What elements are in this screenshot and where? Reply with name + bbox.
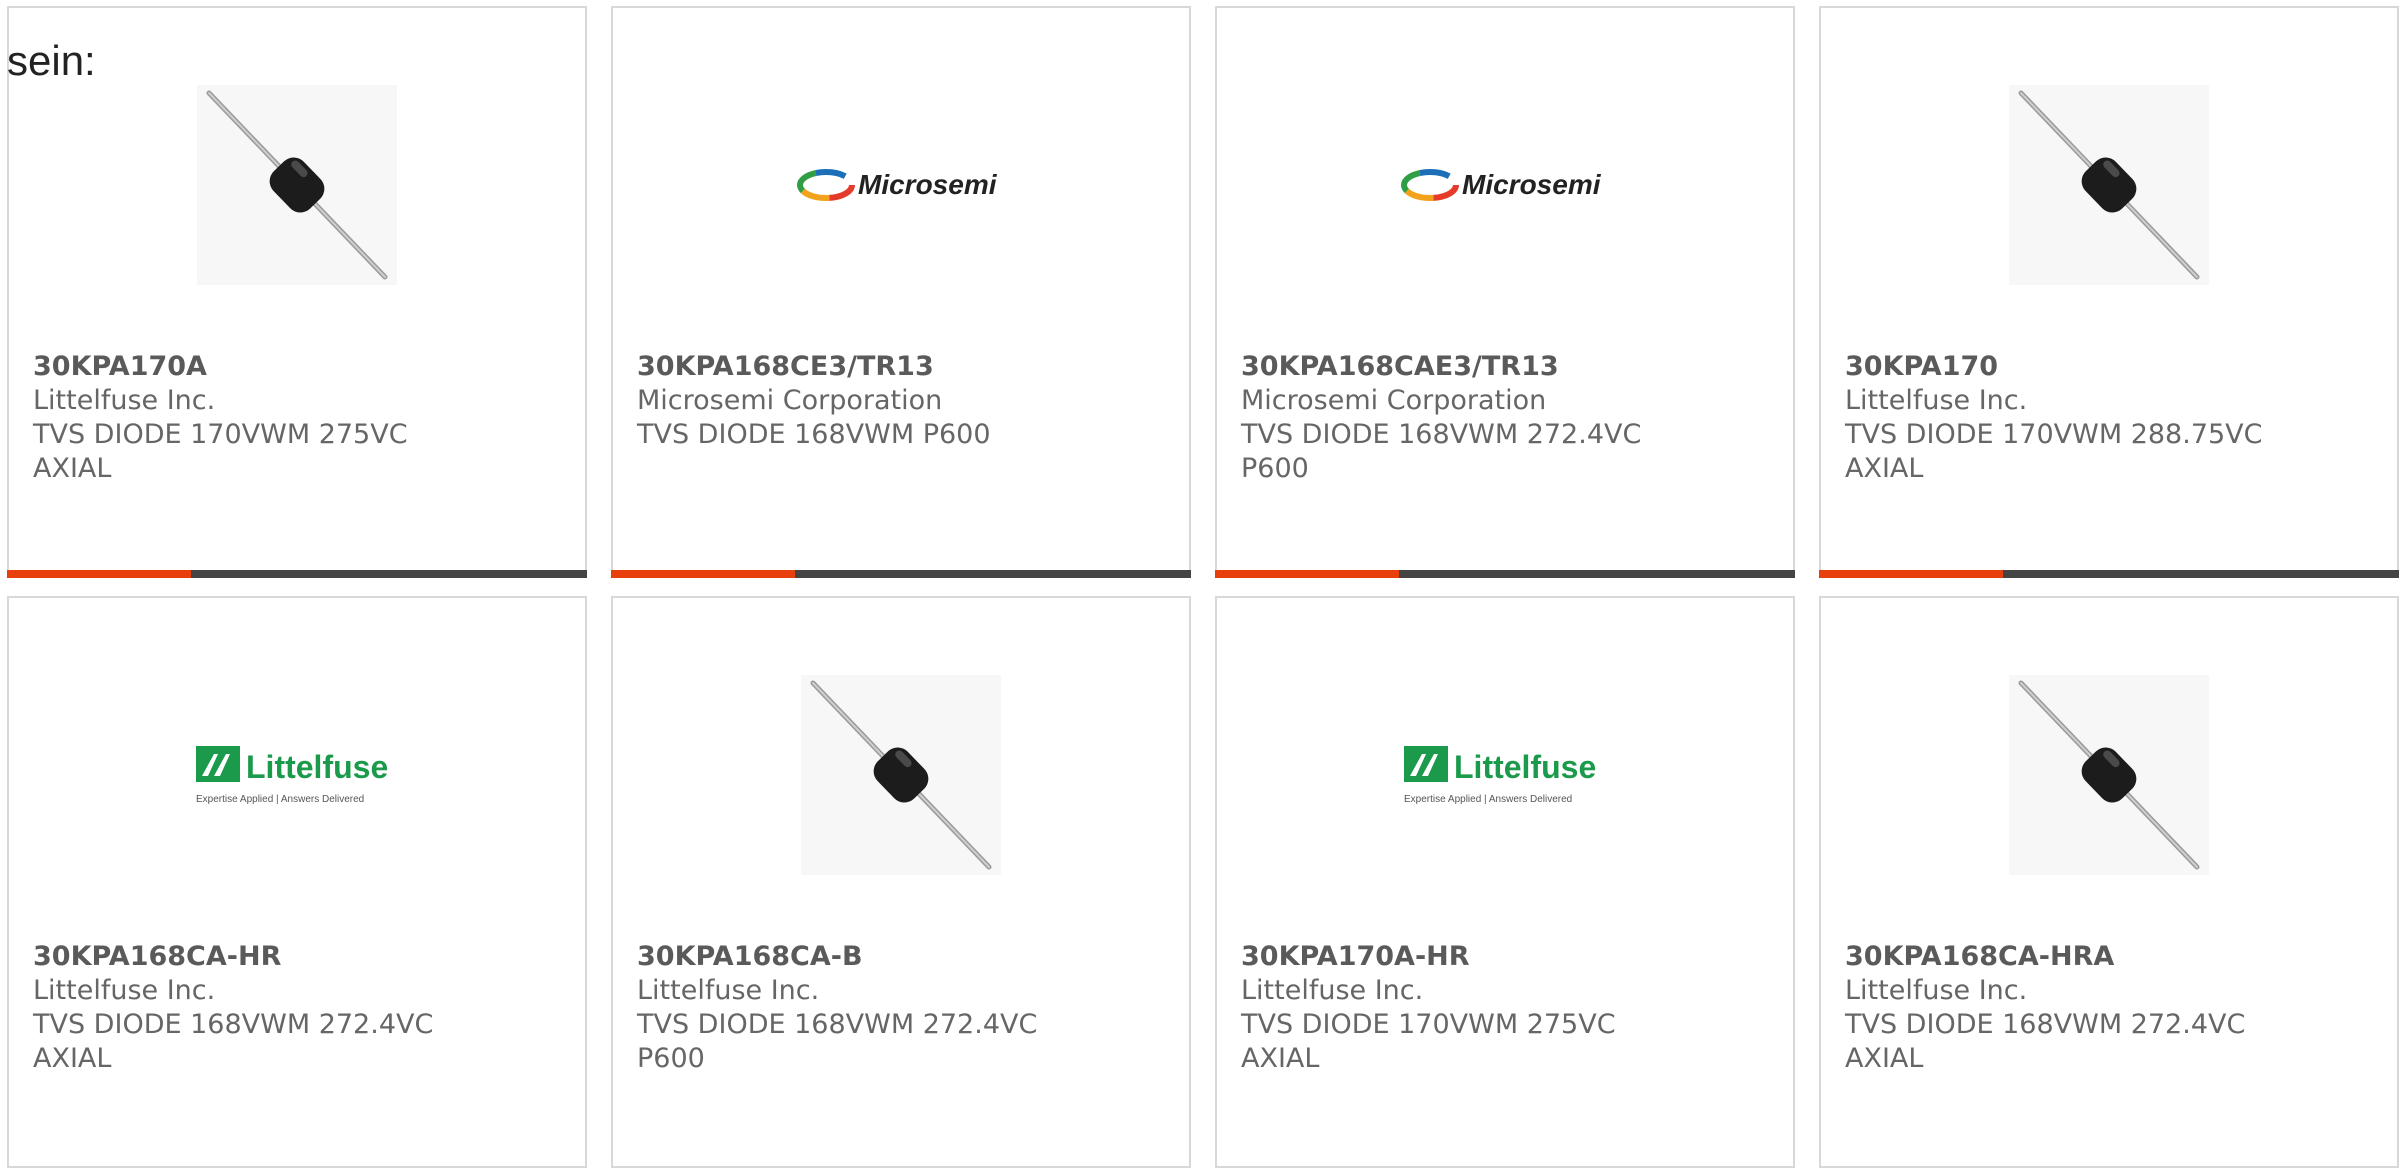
microsemi-logo-icon: Microsemi [1401, 169, 1602, 201]
manufacturer: Littelfuse Inc. [1845, 385, 2028, 416]
product-info: 30KPA170 Littelfuse Inc. TVS DIODE 170VW… [1845, 350, 2373, 486]
part-number[interactable]: 30KPA168CA-HRA [1845, 940, 2373, 974]
product-image[interactable]: Littelfuse Expertise Applied | Answers D… [1217, 670, 1793, 880]
description-line-1: TVS DIODE 168VWM 272.4VC [1845, 1009, 2246, 1040]
card-accent-bar [611, 570, 795, 578]
part-number[interactable]: 30KPA168CA-B [637, 940, 1165, 974]
description-line-1: TVS DIODE 170VWM 275VC [1241, 1009, 1616, 1040]
description-line-1: TVS DIODE 170VWM 275VC [33, 419, 408, 450]
product-card[interactable]: 30KPA170A Littelfuse Inc. TVS DIODE 170V… [7, 6, 587, 578]
product-card[interactable]: 30KPA168CA-HRA Littelfuse Inc. TVS DIODE… [1819, 596, 2399, 1168]
product-info: 30KPA168CA-HRA Littelfuse Inc. TVS DIODE… [1845, 940, 2373, 1076]
description-line-2: AXIAL [33, 1043, 112, 1074]
manufacturer: Littelfuse Inc. [1845, 975, 2028, 1006]
logo-tagline: Expertise Applied | Answers Delivered [1404, 794, 1572, 805]
part-number[interactable]: 30KPA170A [33, 350, 561, 384]
product-image[interactable] [9, 80, 585, 290]
description-line-2: AXIAL [1241, 1043, 1320, 1074]
description-line-1: TVS DIODE 170VWM 288.75VC [1845, 419, 2263, 450]
description-line-1: TVS DIODE 168VWM P600 [637, 419, 991, 450]
logo-text: Littelfuse [246, 749, 388, 785]
littelfuse-logo-icon: Littelfuse Expertise Applied | Answers D… [1404, 746, 1596, 805]
axial-diode-image [2009, 675, 2209, 875]
product-info: 30KPA168CA-B Littelfuse Inc. TVS DIODE 1… [637, 940, 1165, 1076]
product-image[interactable] [1821, 670, 2397, 880]
axial-diode-image [197, 85, 397, 285]
axial-diode-image [2009, 85, 2209, 285]
card-bottom-bar [7, 570, 587, 578]
product-card[interactable]: 30KPA168CA-B Littelfuse Inc. TVS DIODE 1… [611, 596, 1191, 1168]
description-line-2: AXIAL [1845, 1043, 1924, 1074]
product-info: 30KPA168CE3/TR13 Microsemi Corporation T… [637, 350, 1165, 452]
product-info: 30KPA170A-HR Littelfuse Inc. TVS DIODE 1… [1241, 940, 1769, 1076]
product-info: 30KPA170A Littelfuse Inc. TVS DIODE 170V… [33, 350, 561, 486]
part-number[interactable]: 30KPA168CAE3/TR13 [1241, 350, 1769, 384]
description-line-1: TVS DIODE 168VWM 272.4VC [1241, 419, 1642, 450]
manufacturer: Littelfuse Inc. [1241, 975, 1424, 1006]
product-card[interactable]: Littelfuse Expertise Applied | Answers D… [7, 596, 587, 1168]
product-image[interactable] [1821, 80, 2397, 290]
product-image[interactable]: Microsemi [1217, 80, 1793, 290]
description-line-2: AXIAL [33, 453, 112, 484]
description-line-2: AXIAL [1845, 453, 1924, 484]
product-info: 30KPA168CA-HR Littelfuse Inc. TVS DIODE … [33, 940, 561, 1076]
manufacturer: Microsemi Corporation [637, 385, 943, 416]
product-card[interactable]: Littelfuse Expertise Applied | Answers D… [1215, 596, 1795, 1168]
card-accent-bar [1215, 570, 1399, 578]
card-accent-bar [1819, 570, 2003, 578]
microsemi-logo-icon: Microsemi [797, 169, 998, 201]
manufacturer: Littelfuse Inc. [33, 975, 216, 1006]
logo-text: Microsemi [858, 169, 998, 200]
description-line-2: P600 [1241, 453, 1309, 484]
description-line-1: TVS DIODE 168VWM 272.4VC [637, 1009, 1038, 1040]
logo-tagline: Expertise Applied | Answers Delivered [196, 794, 364, 805]
product-info: 30KPA168CAE3/TR13 Microsemi Corporation … [1241, 350, 1769, 486]
part-number[interactable]: 30KPA170A-HR [1241, 940, 1769, 974]
card-accent-bar [7, 570, 191, 578]
part-number[interactable]: 30KPA170 [1845, 350, 2373, 384]
product-card[interactable]: Microsemi 30KPA168CE3/TR13 Microsemi Cor… [611, 6, 1191, 578]
part-number[interactable]: 30KPA168CE3/TR13 [637, 350, 1165, 384]
card-bottom-bar [1215, 570, 1795, 578]
card-bottom-bar [611, 570, 1191, 578]
littelfuse-logo-icon: Littelfuse Expertise Applied | Answers D… [196, 746, 388, 805]
description-line-2: P600 [637, 1043, 705, 1074]
logo-text: Littelfuse [1454, 749, 1596, 785]
description-line-1: TVS DIODE 168VWM 272.4VC [33, 1009, 434, 1040]
logo-text: Microsemi [1462, 169, 1602, 200]
card-bottom-bar [1819, 570, 2399, 578]
manufacturer: Littelfuse Inc. [637, 975, 820, 1006]
intro-text: sein: [7, 37, 96, 84]
product-card[interactable]: Microsemi 30KPA168CAE3/TR13 Microsemi Co… [1215, 6, 1795, 578]
product-grid: 30KPA170A Littelfuse Inc. TVS DIODE 170V… [7, 6, 2399, 1168]
product-image[interactable]: Microsemi [613, 80, 1189, 290]
product-card[interactable]: 30KPA170 Littelfuse Inc. TVS DIODE 170VW… [1819, 6, 2399, 578]
manufacturer: Littelfuse Inc. [33, 385, 216, 416]
part-number[interactable]: 30KPA168CA-HR [33, 940, 561, 974]
product-image[interactable]: Littelfuse Expertise Applied | Answers D… [9, 670, 585, 880]
axial-diode-image [801, 675, 1001, 875]
manufacturer: Microsemi Corporation [1241, 385, 1547, 416]
product-image[interactable] [613, 670, 1189, 880]
